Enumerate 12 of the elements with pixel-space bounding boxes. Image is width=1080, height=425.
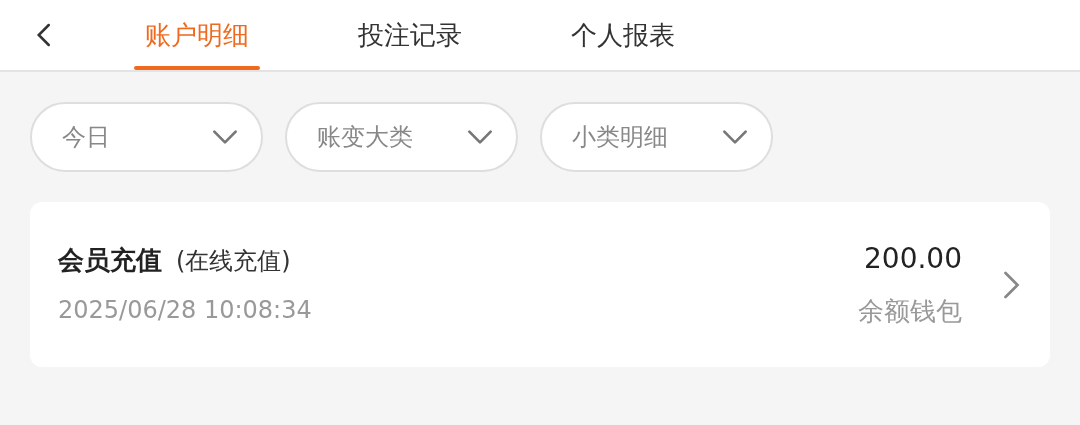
wallet-label: 余额钱包 xyxy=(858,295,962,328)
record-card[interactable]: 会员充值 (在线充值) 2025/06/28 10:08:34 200.00 余额钱包 xyxy=(30,202,1050,367)
tab[interactable]: 投注记录 xyxy=(303,0,516,70)
tab[interactable]: 个人报表 xyxy=(516,0,729,70)
tab[interactable]: 账户明细 xyxy=(90,0,303,70)
filter-dropdown[interactable]: 小类明细 xyxy=(540,102,773,172)
filter-dropdown[interactable]: 今日 xyxy=(30,102,263,172)
record-subtitle: (在线充值) xyxy=(176,246,291,277)
record-title: 会员充值 xyxy=(58,244,162,277)
filter-dropdown[interactable]: 账变大类 xyxy=(285,102,518,172)
record-amount: 200.00 xyxy=(864,241,962,277)
record-time: 2025/06/28 10:08:34 xyxy=(58,295,313,326)
